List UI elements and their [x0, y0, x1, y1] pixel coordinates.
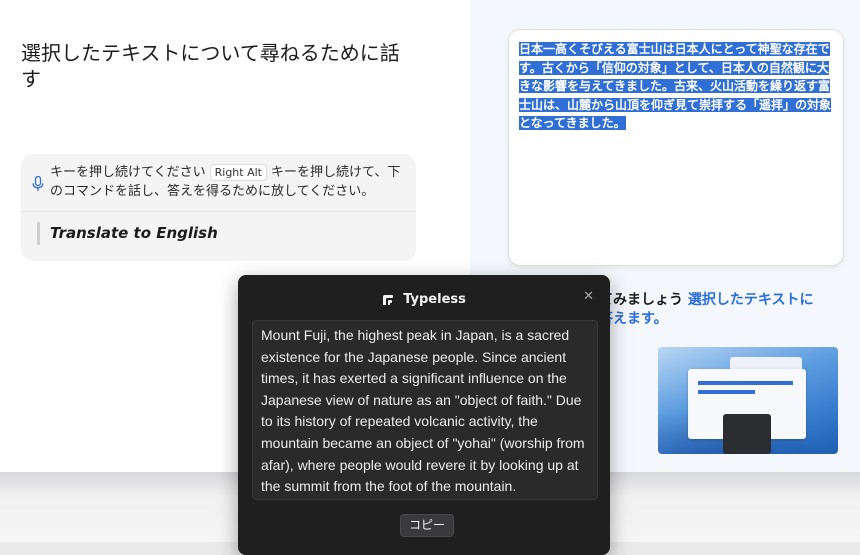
copy-button[interactable]: コピー: [400, 514, 455, 537]
instruction-part1: キーを押し続けてください: [50, 165, 206, 180]
page-title: 選択したテキストについて尋ねるために話す: [21, 41, 400, 91]
translation-result[interactable]: Mount Fuji, the highest peak in Japan, i…: [261, 325, 591, 498]
try-hint: てみましょう 選択したテキストに 答えます。: [599, 291, 849, 329]
close-icon[interactable]: ✕: [583, 289, 594, 305]
selected-text-highlight: 日本一高くそびえる富士山は日本人にとって神聖な存在です。古くから「信仰の対象」と…: [519, 42, 832, 130]
microphone-icon: [32, 176, 44, 191]
selected-text[interactable]: 日本一高くそびえる富士山は日本人にとって神聖な存在です。古くから「信仰の対象」と…: [519, 40, 835, 133]
divider: [21, 211, 416, 212]
voice-command: Translate to English: [50, 224, 218, 242]
try-hint-highlight-1: 選択したテキストに: [687, 292, 814, 308]
illustration-popup: [723, 414, 771, 454]
dialog-header: Typeless: [238, 289, 610, 307]
instruction-text: キーを押し続けてください Right Alt キーを押し続けて、下のコマンドを話し、…: [50, 163, 412, 201]
right-alt-key: Right Alt: [209, 164, 267, 181]
illustration-image: [658, 347, 838, 454]
dialog-title: Typeless: [403, 292, 466, 307]
result-box[interactable]: Mount Fuji, the highest peak in Japan, i…: [252, 320, 598, 500]
quote-bar: [37, 222, 40, 245]
typeless-dialog: Typeless ✕ Mount Fuji, the highest peak …: [238, 275, 610, 555]
instruction-card: キーを押し続けてください Right Alt キーを押し続けて、下のコマンドを話し、…: [21, 154, 416, 261]
text-editor[interactable]: 日本一高くそびえる富士山は日本人にとって神聖な存在です。古くから「信仰の対象」と…: [508, 29, 844, 266]
typeless-logo-icon: [383, 294, 394, 305]
try-hint-text: てみましょう: [599, 292, 683, 308]
